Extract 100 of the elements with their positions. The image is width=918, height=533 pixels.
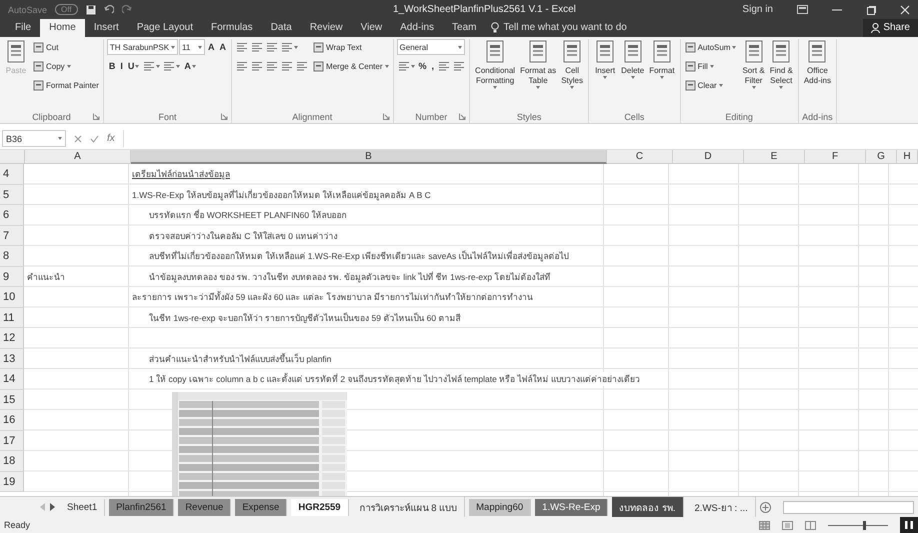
ribbon-tab[interactable]: View [352,19,392,37]
dialog-launcher-icon[interactable] [92,113,100,120]
row-header[interactable]: 11 [0,308,24,328]
ribbon-tab[interactable]: File [6,19,40,37]
sheet-tab[interactable]: Expense [235,498,288,516]
ribbon-button[interactable]: Merge & Center [312,58,390,74]
restore-icon[interactable] [866,4,876,14]
column-header[interactable]: B [131,150,607,164]
save-icon[interactable] [86,4,96,14]
glyph-button[interactable]: I [118,58,125,74]
ribbon-tab[interactable]: Page Layout [128,19,202,37]
dropdown-field[interactable]: TH SarabunPSK [106,39,178,55]
ribbon-button[interactable]: Format Painter [32,77,100,93]
ribbon-display-icon[interactable] [797,5,808,14]
close-icon[interactable] [900,4,910,14]
insert-function-button[interactable]: fx [107,133,115,144]
row-header[interactable]: 4 [0,164,24,184]
sheet-tab[interactable]: HGR2559 [291,498,349,516]
add-sheet-icon[interactable] [760,502,771,512]
ribbon-tab[interactable]: Review [300,19,352,37]
ribbon-tab[interactable]: Data [262,19,301,37]
ribbon-button[interactable]: Sort & Filter [740,39,767,90]
row-header[interactable]: 17 [0,430,24,451]
sign-in-link[interactable]: Sign in [742,4,773,15]
dialog-launcher-icon[interactable] [382,113,390,120]
ribbon-tab[interactable]: Insert [84,19,128,37]
redo-icon[interactable] [122,4,132,14]
row-header[interactable]: 9 [0,266,24,287]
sheet-tab[interactable]: Sheet1 [60,498,106,516]
ribbon-button[interactable]: Wrap Text [312,39,363,55]
ribbon-tab[interactable]: Formulas [202,19,262,37]
sheet-tab[interactable]: Planfin2561 [109,498,174,516]
glyph-button[interactable]: U [126,58,142,74]
page-layout-icon[interactable] [782,520,793,530]
ribbon-button[interactable]: Office Add-ins [802,39,833,87]
ribbon-tab[interactable]: Team [443,19,486,37]
dialog-launcher-icon[interactable] [459,113,466,120]
sheet-tab[interactable]: 1.WS-Re-Exp [535,498,608,516]
slider-thumb[interactable] [862,520,866,530]
ribbon-tab[interactable]: Home [40,19,85,37]
glyph-button[interactable]: A [182,58,198,74]
lines-icon [236,42,248,52]
window-title: 1_WorkSheetPlanfinPlus2561 V.1 - Excel [392,4,577,15]
check-icon[interactable] [90,134,99,142]
row-header[interactable]: 13 [0,348,24,369]
glyph-button[interactable]: A [206,39,217,55]
page-break-icon[interactable] [805,520,816,530]
glyph-button[interactable]: % [416,58,429,74]
sheet-tab[interactable]: งบทดลอง รพ. [612,496,684,518]
group-label: Cells [624,112,644,122]
row-header[interactable]: 19 [0,472,24,492]
ribbon-button[interactable]: Cell Styles [559,39,586,90]
row-header[interactable]: 7 [0,226,24,246]
row-header[interactable]: 12 [0,328,24,348]
share-button[interactable]: Share [863,19,918,37]
undo-icon[interactable] [104,4,114,14]
sheet-tab[interactable]: Revenue [178,498,232,516]
row-header[interactable]: 18 [0,451,24,472]
row-header[interactable]: 8 [0,246,24,266]
dropdown-field[interactable]: 11 [179,39,206,55]
horizontal-scrollbar[interactable] [782,500,914,514]
pause-icon[interactable] [900,517,918,533]
ribbon-button[interactable]: Conditional Formatting [473,39,518,90]
ribbon-button[interactable]: AutoSum [684,39,738,55]
glyph-button[interactable]: A [218,39,228,55]
column-header[interactable]: C [607,150,673,164]
ribbon-button[interactable]: Find & Select [768,39,795,90]
sheet-tab[interactable]: Mapping60 [469,498,532,516]
normal-view-icon[interactable] [759,520,770,530]
ribbon-button[interactable]: Fill [684,58,715,74]
ribbon-button[interactable]: Insert [592,39,618,80]
ribbon-button[interactable]: Cut [32,39,60,55]
ribbon-button[interactable]: Clear [684,77,724,93]
column-header[interactable]: F [805,150,866,164]
document-icon [650,40,673,64]
ribbon-button[interactable]: Delete [619,39,646,80]
group-label: Alignment [292,112,332,122]
row-header[interactable]: 5 [0,184,24,205]
row-header[interactable]: 16 [0,410,24,430]
column-header[interactable]: G [866,150,897,164]
row-header[interactable]: 10 [0,287,24,308]
column-header[interactable]: E [744,150,805,164]
column-header[interactable]: H [897,150,918,164]
ribbon-button[interactable]: Copy [32,58,72,74]
glyph-button[interactable]: B [106,58,118,74]
glyph-button[interactable]: , [430,58,436,74]
ribbon-tab[interactable]: Add-ins [391,19,444,37]
row-header[interactable]: 6 [0,205,24,226]
ribbon-button[interactable]: Format [647,39,677,80]
group-label: Add-ins [802,112,833,122]
tell-me-search[interactable]: Tell me what you want to do [503,22,627,33]
scroll-right-icon[interactable] [50,503,56,511]
column-header[interactable]: D [673,150,744,164]
name-box[interactable]: B36 [2,130,66,147]
row-header[interactable]: 15 [0,390,24,410]
dropdown-field[interactable]: General [396,39,465,55]
cancel-icon[interactable] [74,134,82,142]
dialog-launcher-icon[interactable] [221,113,228,120]
row-header[interactable]: 14 [0,369,24,390]
ribbon-button[interactable]: Format as Table [518,39,558,90]
